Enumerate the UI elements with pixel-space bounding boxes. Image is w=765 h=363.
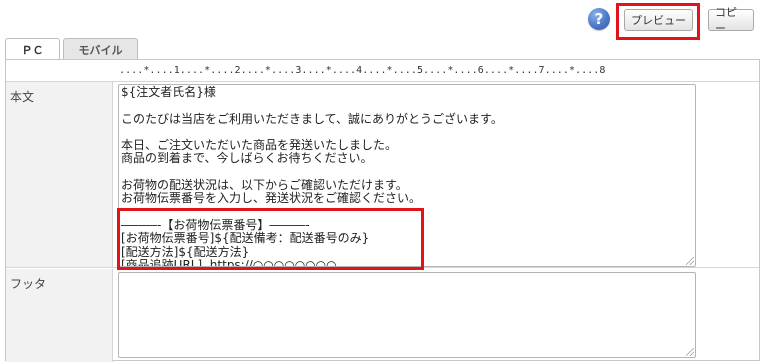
editor-panel: ....*....1....*....2....*....3....*....4… <box>5 59 760 362</box>
tab-mobile[interactable]: モバイル <box>63 38 138 60</box>
tab-pc[interactable]: ＰＣ <box>5 38 60 60</box>
body-text-line: ${注文者氏名}様 <box>121 85 216 99</box>
body-text-line: 商品の到着まで、今しばらくお待ちください。 <box>121 151 373 166</box>
resize-grip[interactable] <box>686 257 694 265</box>
body-text-line: このたびは当店をご利用いただきまして、誠にありがとうございます。 <box>121 111 503 126</box>
footer-textarea[interactable] <box>118 272 696 358</box>
toolbar: ? プレビュー コピー <box>0 0 765 40</box>
column-ruler: ....*....1....*....2....*....3....*....4… <box>119 65 606 76</box>
body-label-cell: 本文 <box>6 82 113 267</box>
preview-button[interactable]: プレビュー <box>624 9 693 31</box>
body-text-line: お荷物伝票番号を入力し、発送状況をご確認ください。 <box>121 191 422 206</box>
footer-row: フッタ <box>6 269 759 362</box>
ruler-row: ....*....1....*....2....*....3....*....4… <box>6 60 759 82</box>
body-text-line <box>121 99 503 112</box>
footer-label-cell: フッタ <box>6 269 113 362</box>
tracking-highlight <box>117 208 424 270</box>
footer-label: フッタ <box>10 277 47 291</box>
body-label: 本文 <box>10 90 35 104</box>
copy-button[interactable]: コピー <box>708 6 754 35</box>
tab-bar: ＰＣ モバイル <box>5 38 141 60</box>
footer-resize-grip[interactable] <box>686 348 694 356</box>
help-icon[interactable]: ? <box>588 8 610 30</box>
